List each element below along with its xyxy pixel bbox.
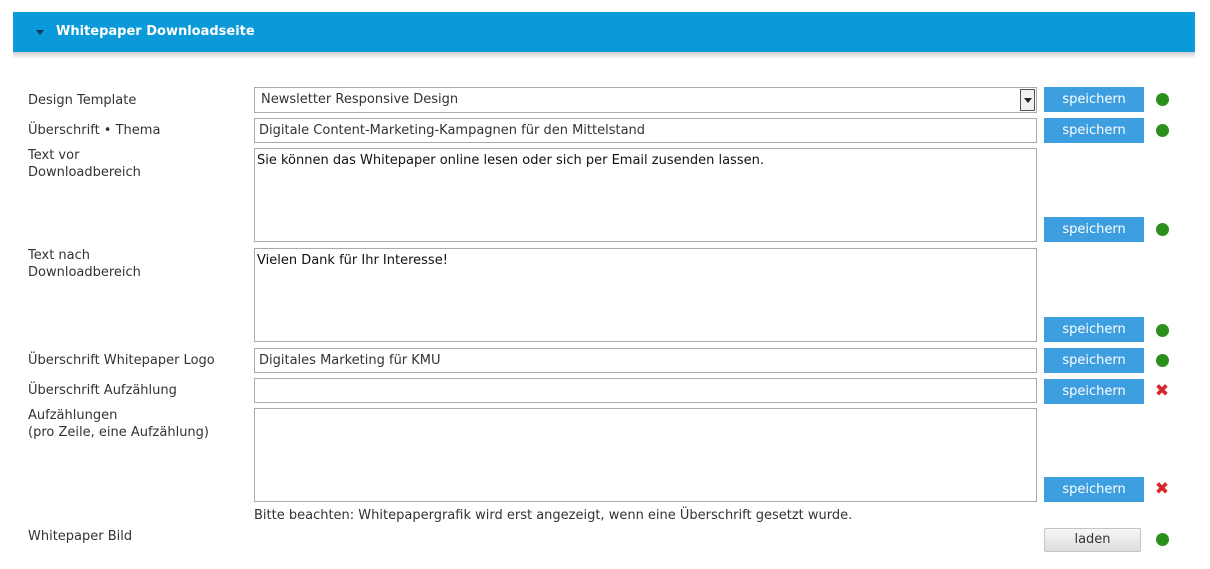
whitepaper-note: Bitte beachten: Whitepapergrafik wird er… [254, 508, 853, 523]
status-ok-icon [1156, 354, 1169, 367]
save-ueberschrift-thema-button[interactable]: speichern [1044, 118, 1144, 143]
ueberschrift-logo-label: Überschrift Whitepaper Logo [28, 353, 215, 368]
save-ueberschrift-logo-button[interactable]: speichern [1044, 348, 1144, 373]
status-ok-icon [1156, 324, 1169, 337]
aufzaehlungen-label-line2: (pro Zeile, eine Aufzählung) [28, 425, 209, 440]
text-nach-label: Text nach Downloadbereich [28, 247, 141, 281]
ueberschrift-logo-input[interactable]: Digitales Marketing für KMU [254, 348, 1037, 373]
dropdown-arrow-icon[interactable] [1020, 89, 1035, 111]
text-nach-label-line1: Text nach [28, 248, 91, 263]
text-vor-textarea[interactable]: Sie können das Whitepaper online lesen o… [254, 148, 1037, 242]
header-shadow [13, 52, 1195, 59]
status-ok-icon [1156, 533, 1169, 546]
load-whitepaper-bild-button[interactable]: laden [1044, 528, 1141, 552]
ueberschrift-aufzaehlung-input[interactable] [254, 378, 1037, 403]
ueberschrift-thema-input[interactable]: Digitale Content-Marketing-Kampagnen für… [254, 118, 1037, 143]
status-error-icon: ✖ [1154, 479, 1170, 499]
aufzaehlungen-label: Aufzählungen (pro Zeile, eine Aufzählung… [28, 407, 209, 441]
design-template-value: Newsletter Responsive Design [261, 92, 459, 107]
text-nach-textarea[interactable]: Vielen Dank für Ihr Interesse! [254, 248, 1037, 342]
whitepaper-bild-label: Whitepaper Bild [28, 529, 133, 544]
section-header[interactable]: Whitepaper Downloadseite [13, 12, 1195, 52]
ueberschrift-thema-label: Überschrift • Thema [28, 123, 161, 138]
status-ok-icon [1156, 124, 1169, 137]
section-title: Whitepaper Downloadseite [56, 24, 255, 39]
status-ok-icon [1156, 223, 1169, 236]
design-template-label: Design Template [28, 93, 137, 108]
save-text-vor-button[interactable]: speichern [1044, 217, 1144, 242]
aufzaehlungen-label-line1: Aufzählungen [28, 408, 118, 423]
text-vor-label-line2: Downloadbereich [28, 165, 141, 180]
save-aufzaehlungen-button[interactable]: speichern [1044, 477, 1144, 502]
save-text-nach-button[interactable]: speichern [1044, 317, 1144, 342]
text-vor-label: Text vor Downloadbereich [28, 147, 141, 181]
collapse-arrow-icon[interactable] [36, 30, 44, 35]
status-ok-icon [1156, 93, 1169, 106]
save-ueberschrift-aufzaehlung-button[interactable]: speichern [1044, 379, 1144, 404]
status-error-icon: ✖ [1154, 381, 1170, 401]
text-vor-label-line1: Text vor [28, 148, 80, 163]
ueberschrift-aufzaehlung-label: Überschrift Aufzählung [28, 383, 177, 398]
aufzaehlungen-textarea[interactable] [254, 408, 1037, 502]
design-template-select[interactable]: Newsletter Responsive Design [254, 87, 1037, 113]
text-nach-label-line2: Downloadbereich [28, 265, 141, 280]
save-design-template-button[interactable]: speichern [1044, 87, 1144, 112]
